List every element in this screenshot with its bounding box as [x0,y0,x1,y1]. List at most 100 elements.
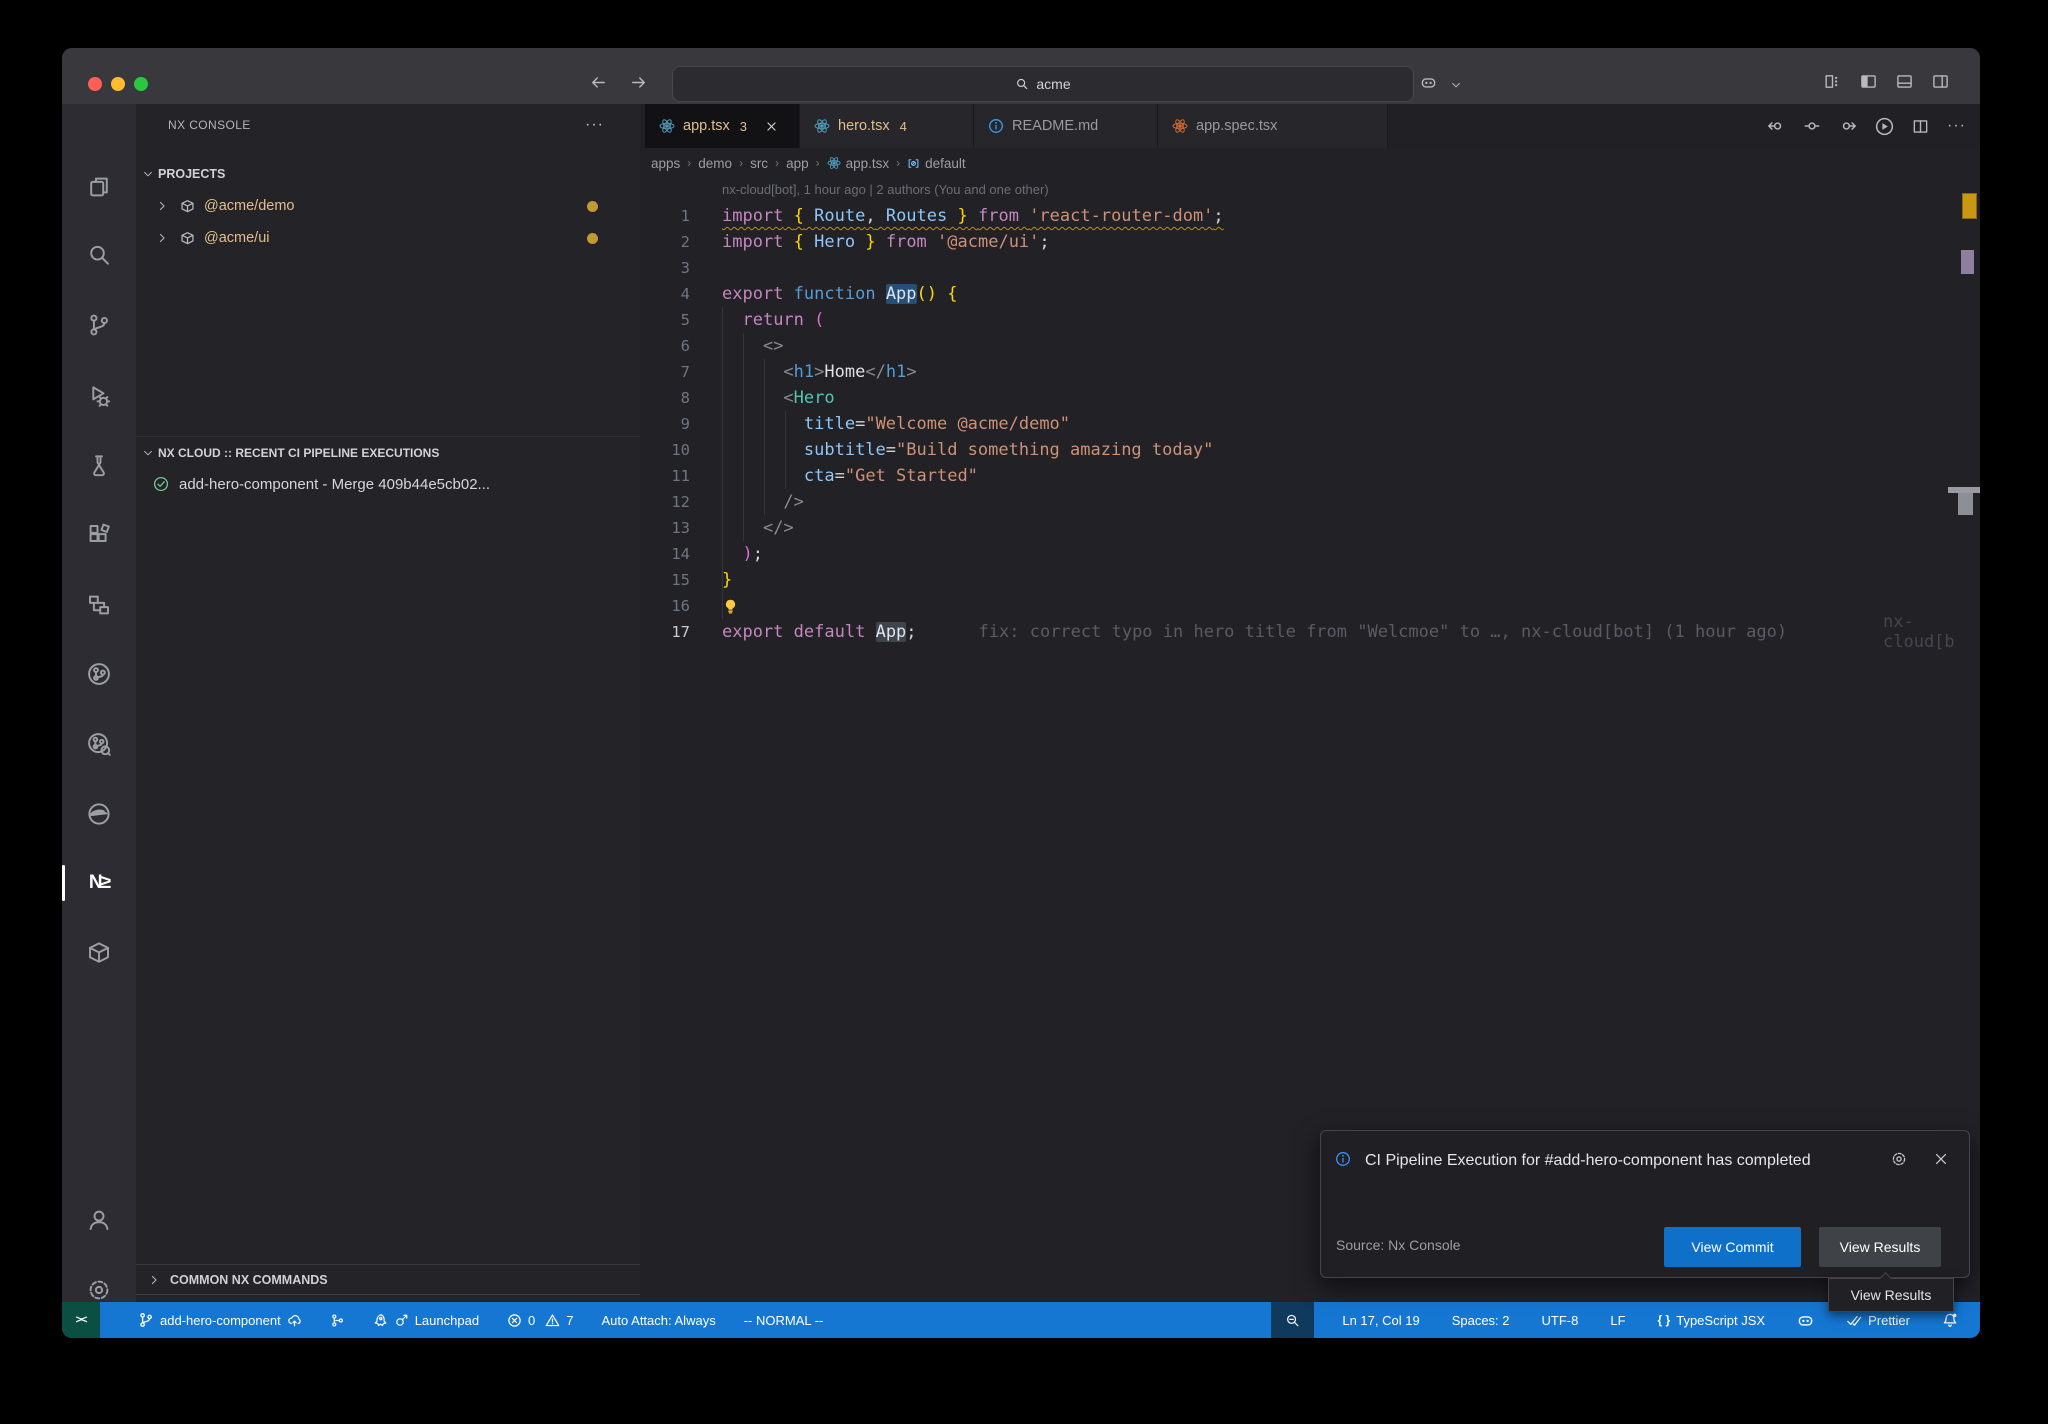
status-vim-mode[interactable]: -- NORMAL -- [740,1302,828,1338]
status-language-mode[interactable]: { }TypeScript JSX [1654,1302,1770,1338]
view-commit-button[interactable]: View Commit [1664,1227,1801,1267]
braces-icon: { } [1658,1313,1671,1327]
line-number: 9 [640,415,690,433]
copilot-icon[interactable] [1420,74,1437,91]
close-icon[interactable] [1933,1151,1949,1167]
activity-item-accounts[interactable] [62,1196,136,1244]
debug-icon [87,384,111,408]
activity-item-testing[interactable] [62,441,136,489]
status-encoding[interactable]: UTF-8 [1538,1302,1583,1338]
toggle-panel-icon[interactable] [1896,73,1913,90]
customize-layout-icon[interactable] [1824,73,1841,90]
activity-item-source-control[interactable] [62,301,136,349]
chevron-down-icon[interactable] [1450,79,1462,91]
activity-item-containers[interactable] [62,929,136,977]
cube-icon [87,941,111,965]
files-icon [87,175,111,199]
status-eol[interactable]: LF [1606,1302,1629,1338]
code-area[interactable]: 1import { Route, Routes } from 'react-ro… [640,104,1980,1302]
gear-icon [87,1278,111,1302]
status-copilot[interactable] [1793,1302,1818,1338]
pipeline-execution-item[interactable]: add-hero-component - Merge 409b44e5cb02.… [136,468,640,500]
activity-item-explorer[interactable] [62,163,136,211]
code-line-7: 7 <h1>Home</h1> [640,359,1980,385]
notification-toast: CI Pipeline Execution for #add-hero-comp… [1320,1130,1970,1278]
package-icon [180,199,195,214]
warning-icon [545,1313,560,1328]
status-auto-attach[interactable]: Auto Attach: Always [598,1302,720,1338]
overview-modified-mark [1961,250,1974,274]
activity-item-gitlens-inspect[interactable] [62,720,136,768]
status-remote-indicator[interactable]: >< [62,1302,100,1338]
activity-item-gitlens[interactable] [62,650,136,698]
activity-item-search[interactable] [62,231,136,279]
status-cursor-position[interactable]: Ln 17, Col 19 [1338,1302,1423,1338]
command-center[interactable]: acme [672,66,1414,102]
line-number: 3 [640,259,690,277]
overview-warning-mark [1962,193,1977,219]
code-line-17: 17export default App;fix: correct typo i… [640,619,1980,645]
extensions-icon [87,523,111,547]
vscode-window: acme N≥ NX CONSOLE ··· PROJECTS @acme/de… [62,48,1980,1338]
line-number: 14 [640,545,690,563]
info-icon [1335,1151,1351,1167]
activity-item-nx-console[interactable]: N≥ [62,859,136,907]
status-zoom-indicator[interactable] [1271,1302,1314,1338]
status-launchpad[interactable]: Launchpad [369,1302,483,1338]
zoom-window-button[interactable] [134,77,148,91]
mag-minus-icon [1285,1313,1300,1328]
project-item[interactable]: @acme/ui [136,222,640,254]
line-number: 7 [640,363,690,381]
modified-dot [587,201,598,212]
chevron-down-icon [142,447,158,459]
notification-source: Source: Nx Console [1336,1237,1461,1253]
code-line-10: 10 subtitle="Build something amazing tod… [640,437,1980,463]
project-label: @acme/ui [204,230,270,246]
status-commit-graph[interactable] [326,1302,349,1338]
lightbulb-icon[interactable] [722,598,739,615]
navigate-back-icon[interactable] [590,74,607,91]
project-item[interactable]: @acme/demo [136,190,640,222]
error-icon [507,1313,522,1328]
copilot-icon [1797,1312,1814,1329]
gear-icon[interactable] [1891,1151,1907,1167]
toggle-secondary-sidebar-icon[interactable] [1932,73,1949,90]
right-edge-blame-text: nx-cloud[b [1883,619,1980,645]
navigate-forward-icon[interactable] [630,74,647,91]
line-number: 1 [640,207,690,225]
code-line-9: 9 title="Welcome @acme/demo" [640,411,1980,437]
line-number: 4 [640,285,690,303]
remote-icon: >< [76,1314,87,1326]
code-line-1: 1import { Route, Routes } from 'react-ro… [640,203,1980,229]
status-git-branch[interactable]: add-hero-component [134,1302,306,1338]
editor-group: app.tsx3hero.tsx4README.mdapp.spec.tsx ·… [640,104,1980,1302]
status-indentation[interactable]: Spaces: 2 [1448,1302,1514,1338]
line-number: 2 [640,233,690,251]
activity-item-extensions[interactable] [62,511,136,559]
code-line-8: 8 <Hero [640,385,1980,411]
minimize-window-button[interactable] [111,77,125,91]
line-number: 10 [640,441,690,459]
view-results-button[interactable]: View Results [1819,1227,1941,1267]
line-number: 13 [640,519,690,537]
chevron-right-icon [156,200,172,212]
code-line-14: 14 ); [640,541,1980,567]
flowchart-icon [87,593,111,617]
more-actions-icon[interactable]: ··· [585,116,604,134]
section-common-nx-commands[interactable]: COMMON NX COMMANDS [136,1264,640,1295]
beaker-icon [87,453,111,477]
close-window-button[interactable] [88,77,102,91]
titlebar: acme [62,48,1980,105]
code-line-11: 11 cta="Get Started" [640,463,1980,489]
section-nx-cloud[interactable]: NX CLOUD :: RECENT CI PIPELINE EXECUTION… [136,436,640,469]
activity-item-project-graph[interactable] [62,581,136,629]
activity-item-run-and-debug[interactable] [62,372,136,420]
activity-item-edge-tools[interactable] [62,790,136,838]
toggle-primary-sidebar-icon[interactable] [1860,73,1877,90]
status-problems[interactable]: 07 [503,1302,577,1338]
section-label: NX CLOUD :: RECENT CI PIPELINE EXECUTION… [158,446,439,460]
section-projects[interactable]: PROJECTS [136,158,640,190]
gitlens-inspect-icon [87,732,111,756]
code-line-12: 12 /> [640,489,1980,515]
gitlens-icon [87,662,111,686]
